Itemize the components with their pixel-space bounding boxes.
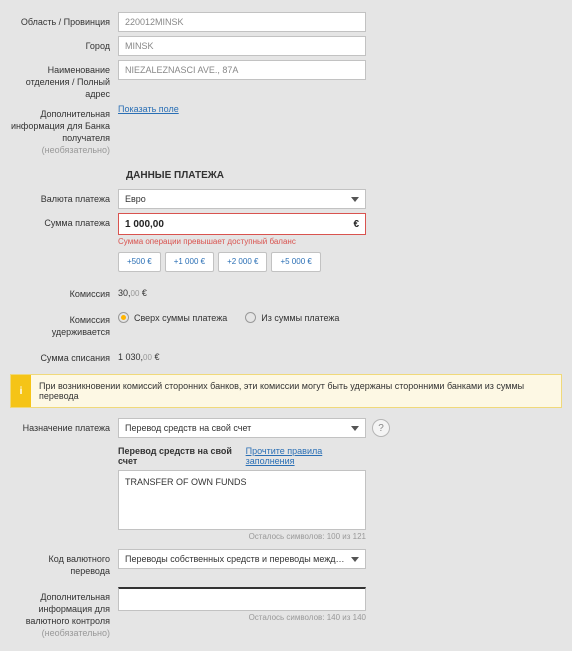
optional-hint: (необязательно)	[10, 627, 110, 639]
branch-input[interactable]: NIEZALEZNASCI AVE., 87A	[118, 60, 366, 80]
purpose-textarea[interactable]: TRANSFER OF OWN FUNDS	[118, 470, 366, 530]
amount-chip-2000[interactable]: +2 000 €	[218, 252, 267, 272]
chevron-down-icon	[351, 197, 359, 202]
city-label: Город	[86, 41, 110, 51]
purpose-label: Назначение платежа	[23, 423, 110, 433]
transfer-code-select[interactable]: Переводы собственных средств и переводы …	[118, 549, 366, 569]
currency-label: Валюта платежа	[41, 194, 110, 204]
currency-control-counter: Осталось символов: 140 из 140	[118, 613, 366, 622]
rules-link[interactable]: Прочтите правила заполнения	[246, 446, 366, 466]
amount-input[interactable]: 1 000,00 €	[118, 213, 366, 235]
fee-option-over[interactable]: Сверх суммы платежа	[118, 312, 227, 323]
amount-chip-1000[interactable]: +1 000 €	[165, 252, 214, 272]
purpose-counter: Осталось символов: 100 из 121	[118, 532, 366, 541]
amount-chip-500[interactable]: +500 €	[118, 252, 161, 272]
info-icon: i	[11, 375, 31, 407]
show-field-link[interactable]: Показать поле	[118, 104, 179, 114]
currency-select[interactable]: Евро	[118, 189, 366, 209]
region-input[interactable]: 220012MINSK	[118, 12, 366, 32]
amount-chip-5000[interactable]: +5 000 €	[271, 252, 320, 272]
chevron-down-icon	[351, 557, 359, 562]
help-icon[interactable]: ?	[372, 419, 390, 437]
bank-extra-label: Дополнительная информация для Банка полу…	[11, 109, 110, 143]
debit-label: Сумма списания	[40, 353, 110, 363]
euro-icon: €	[353, 219, 359, 230]
optional-hint: (необязательно)	[10, 144, 110, 156]
chevron-down-icon	[351, 426, 359, 431]
currency-control-textarea[interactable]	[118, 587, 366, 611]
branch-label: Наименование отделения / Полный адрес	[26, 65, 110, 99]
fee-value: 30,00 €	[118, 284, 562, 298]
info-banner: i При возникновении комиссий сторонних б…	[10, 374, 562, 408]
amount-error: Сумма операции превышает доступный балан…	[118, 237, 366, 246]
amount-label: Сумма платежа	[44, 218, 110, 228]
radio-selected-icon	[118, 312, 129, 323]
city-input[interactable]: MINSK	[118, 36, 366, 56]
purpose-subtitle: Перевод средств на свой счет	[118, 446, 246, 466]
debit-value: 1 030,00 €	[118, 348, 562, 362]
fee-taken-label: Комиссия удерживается	[52, 315, 110, 337]
purpose-select[interactable]: Перевод средств на свой счет	[118, 418, 366, 438]
radio-icon	[245, 312, 256, 323]
region-label: Область / Провинция	[21, 17, 110, 27]
payment-section-title: ДАННЫЕ ПЛАТЕЖА	[126, 170, 562, 181]
currency-control-label: Дополнительная информация для валютного …	[26, 592, 110, 626]
fee-option-from[interactable]: Из суммы платежа	[245, 312, 339, 323]
transfer-code-label: Код валютного перевода	[49, 554, 110, 576]
fee-label: Комиссия	[70, 289, 110, 299]
